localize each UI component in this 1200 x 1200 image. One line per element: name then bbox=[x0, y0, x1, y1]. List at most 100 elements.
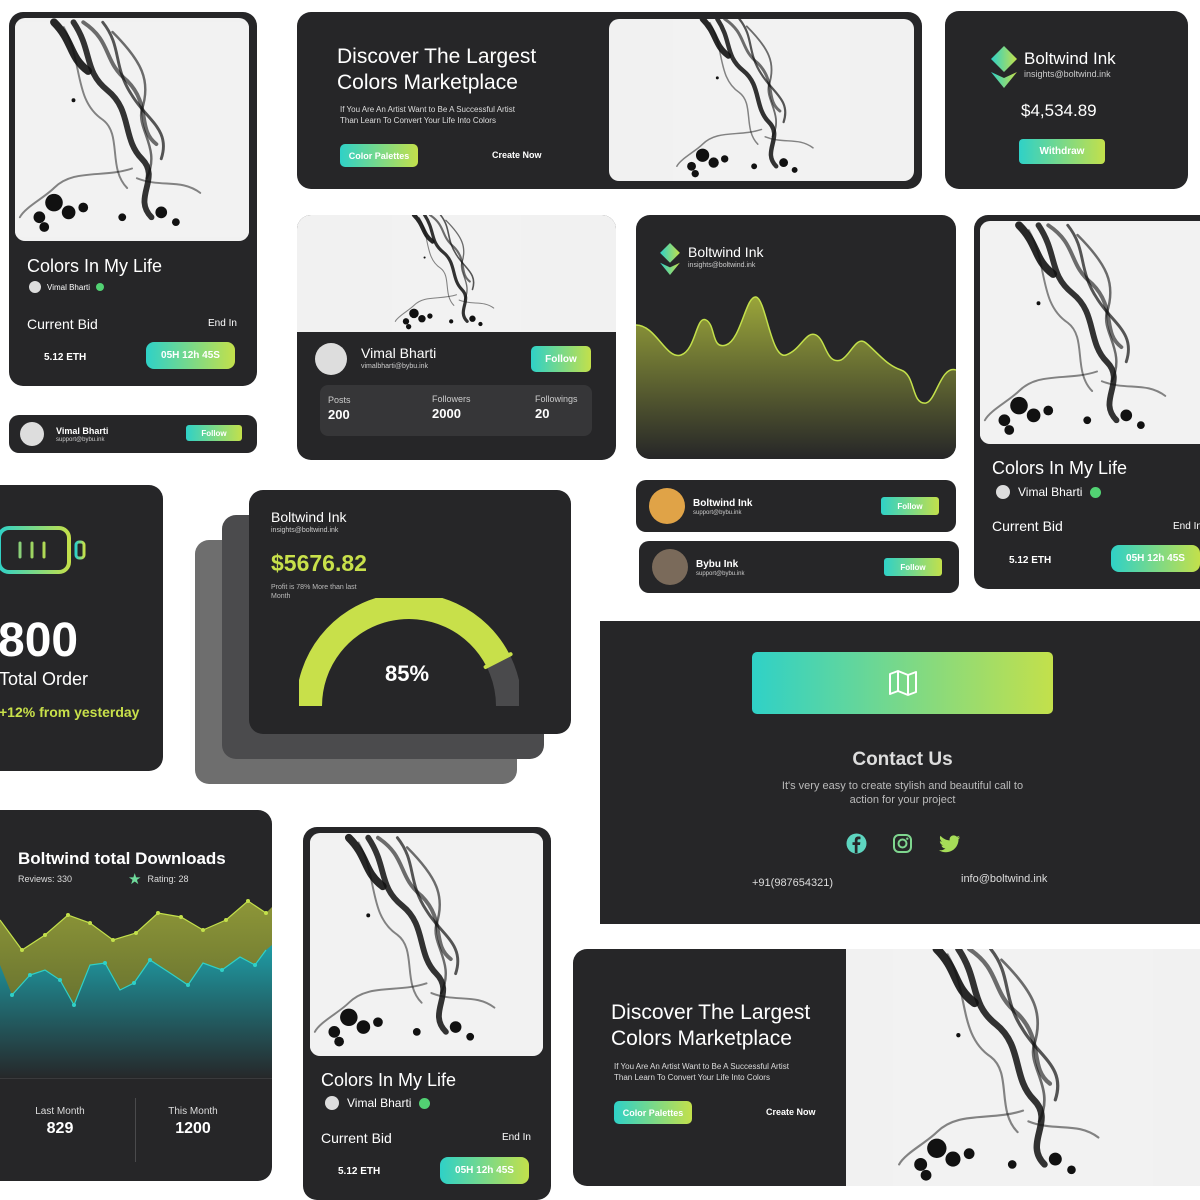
nft-title: Colors In My Life bbox=[27, 256, 163, 276]
nft-card[interactable]: Colors In My Life Vimal Bharti Current B… bbox=[9, 12, 257, 386]
brand-name: Boltwind Ink bbox=[271, 509, 347, 525]
nft-artwork bbox=[310, 833, 543, 1056]
current-bid-label: Current Bid bbox=[992, 518, 1063, 534]
hero-subtitle: If You Are An Artist Want to Be A Succes… bbox=[614, 1062, 789, 1082]
timer-button[interactable]: 05H 12h 45S bbox=[146, 342, 235, 369]
nft-card[interactable]: Colors In My Life Vimal Bharti Current B… bbox=[974, 215, 1200, 589]
color-palettes-button[interactable]: Color Palettes bbox=[340, 144, 418, 167]
nft-author: Vimal Bharti bbox=[1018, 485, 1083, 499]
star-icon: ★ bbox=[128, 871, 142, 888]
avatar bbox=[996, 485, 1010, 499]
downloads-card: Boltwind total Downloads Reviews: 330 ★ … bbox=[0, 810, 272, 1181]
nft-author: Vimal Bharti bbox=[347, 1096, 412, 1110]
contact-email: info@boltwind.ink bbox=[961, 873, 1048, 885]
logo-icon bbox=[660, 243, 680, 275]
user-email: support@bybu.ink bbox=[696, 571, 745, 577]
verified-icon bbox=[419, 1097, 431, 1109]
this-month-stat: This Month 1200 bbox=[168, 1106, 218, 1137]
contact-phone: +91(987654321) bbox=[752, 877, 834, 889]
contact-card: Contact Us It's very easy to create styl… bbox=[600, 621, 1200, 924]
current-bid-label: Current Bid bbox=[321, 1130, 392, 1146]
bid-value: 5.12 ETH bbox=[1009, 555, 1052, 566]
downloads-chart bbox=[0, 899, 272, 1080]
color-palettes-button[interactable]: Color Palettes bbox=[614, 1101, 692, 1124]
wallet-balance: $4,534.89 bbox=[1021, 101, 1097, 120]
hero-subtitle: If You Are An Artist Want to Be A Succes… bbox=[340, 105, 515, 125]
follow-button[interactable]: Follow bbox=[186, 425, 242, 441]
profile-email: vimalbharti@bybu.ink bbox=[361, 363, 429, 370]
order-change: +12% from yesterday bbox=[0, 704, 140, 720]
order-label: Total Order bbox=[0, 669, 89, 689]
divider bbox=[0, 1078, 272, 1079]
instagram-icon[interactable] bbox=[892, 833, 913, 854]
area-chart bbox=[636, 296, 956, 459]
facebook-icon[interactable] bbox=[846, 833, 867, 854]
hero-title: Discover The Largest Colors Marketplace bbox=[337, 45, 537, 94]
create-now-button[interactable]: Create Now bbox=[766, 1107, 816, 1117]
verified-icon bbox=[1090, 486, 1102, 498]
reviews-count: Reviews: 330 bbox=[18, 874, 73, 884]
twitter-icon[interactable] bbox=[939, 835, 960, 853]
area-chart-card: Boltwind Ink insights@boltwind.ink bbox=[636, 215, 956, 459]
hero-image bbox=[846, 949, 1200, 1186]
gauge-percent: 85% bbox=[385, 661, 430, 686]
avatar bbox=[315, 343, 347, 375]
nft-artwork bbox=[980, 221, 1200, 444]
brand-email: insights@boltwind.ink bbox=[688, 262, 756, 269]
downloads-title: Boltwind total Downloads bbox=[18, 849, 226, 868]
timer-button[interactable]: 05H 12h 45S bbox=[1111, 545, 1200, 572]
user-email: support@bybu.ink bbox=[56, 437, 105, 443]
user-name: Boltwind Ink bbox=[693, 498, 753, 509]
end-in-label: End In bbox=[502, 1132, 531, 1143]
nft-title: Colors In My Life bbox=[321, 1070, 457, 1090]
bid-value: 5.12 ETH bbox=[44, 352, 87, 363]
profit-amount: $5676.82 bbox=[271, 550, 367, 576]
profile-cover bbox=[297, 215, 616, 332]
end-in-label: End In bbox=[1173, 521, 1200, 532]
follow-card: Vimal Bharti support@bybu.ink Follow bbox=[9, 415, 257, 453]
avatar bbox=[29, 281, 41, 293]
user-row: Boltwind Ink support@bybu.ink Follow bbox=[636, 480, 956, 532]
profile-stats: Posts 200 Followers 2000 Followings 20 bbox=[320, 385, 592, 436]
brand-email: insights@boltwind.ink bbox=[271, 527, 339, 534]
follow-button[interactable]: Follow bbox=[884, 558, 942, 576]
timer-button[interactable]: 05H 12h 45S bbox=[440, 1157, 529, 1184]
hero-title: Discover The Largest Colors Marketplace bbox=[611, 1001, 811, 1050]
nft-title: Colors In My Life bbox=[992, 458, 1128, 478]
avatar bbox=[649, 488, 685, 524]
hero-banner: Discover The Largest Colors Marketplace I… bbox=[297, 12, 922, 189]
orders-card: 800 Total Order +12% from yesterday bbox=[0, 485, 163, 771]
hero-banner: Discover The Largest Colors Marketplace I… bbox=[573, 949, 1200, 1186]
stat-followings: Followings 20 bbox=[535, 394, 578, 421]
follow-button[interactable]: Follow bbox=[531, 346, 591, 372]
last-month-stat: Last Month 829 bbox=[35, 1106, 85, 1137]
brand-name: Boltwind Ink bbox=[1024, 49, 1116, 68]
end-in-label: End In bbox=[208, 318, 237, 329]
stat-posts: Posts 200 bbox=[328, 395, 351, 422]
current-bid-label: Current Bid bbox=[27, 316, 98, 332]
avatar bbox=[652, 549, 688, 585]
user-row: Bybu Ink support@bybu.ink Follow bbox=[639, 541, 959, 593]
contact-title: Contact Us bbox=[852, 749, 953, 770]
follow-button[interactable]: Follow bbox=[881, 497, 939, 515]
map-button[interactable] bbox=[752, 652, 1053, 714]
avatar bbox=[20, 422, 44, 446]
profile-name: Vimal Bharti bbox=[361, 345, 437, 361]
nft-author: Vimal Bharti bbox=[47, 282, 90, 292]
stat-divider bbox=[135, 1098, 136, 1162]
create-now-button[interactable]: Create Now bbox=[492, 150, 542, 160]
withdraw-button[interactable]: Withdraw bbox=[1019, 139, 1105, 164]
nft-card[interactable]: Colors In My Life Vimal Bharti Current B… bbox=[303, 827, 551, 1200]
gauge-chart bbox=[299, 598, 519, 707]
avatar bbox=[325, 1096, 339, 1110]
order-count: 800 bbox=[0, 614, 79, 667]
brand-email: insights@boltwind.ink bbox=[1024, 69, 1111, 79]
user-name: Vimal Bharti bbox=[56, 426, 109, 436]
verified-icon bbox=[95, 283, 104, 291]
battery-icon bbox=[0, 526, 86, 574]
profit-card: Boltwind Ink insights@boltwind.ink $5676… bbox=[249, 490, 571, 734]
contact-description: It's very easy to create stylish and bea… bbox=[781, 780, 1024, 806]
nft-artwork bbox=[15, 18, 249, 241]
rating-value: Rating: 28 bbox=[147, 874, 189, 884]
brand-name: Boltwind Ink bbox=[688, 244, 764, 260]
